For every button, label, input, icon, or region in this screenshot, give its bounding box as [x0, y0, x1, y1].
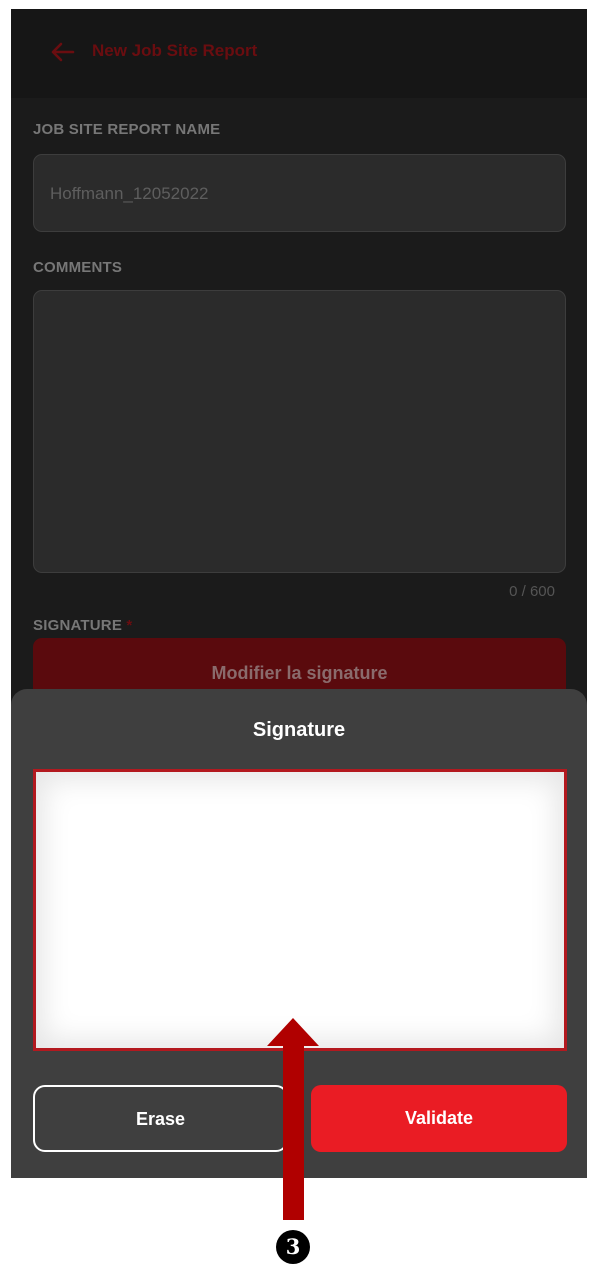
comments-textarea[interactable] — [33, 290, 566, 573]
page-title: New Job Site Report — [92, 41, 258, 60]
erase-button[interactable]: Erase — [33, 1085, 288, 1152]
comments-field-label: COMMENTS — [33, 259, 123, 276]
signature-pad[interactable] — [33, 769, 567, 1051]
signature-field-label: SIGNATURE * — [33, 617, 132, 634]
name-field-label: JOB SITE REPORT NAME — [33, 121, 221, 138]
validate-button[interactable]: Validate — [311, 1085, 567, 1152]
required-marker: * — [126, 617, 133, 634]
arrow-left-icon[interactable] — [49, 41, 75, 63]
signature-label-text: SIGNATURE — [33, 617, 123, 634]
signature-bottom-sheet: Signature Erase Validate — [11, 689, 587, 1178]
phone-screen: New Job Site Report JOB SITE REPORT NAME… — [11, 9, 587, 1178]
signature-sheet-title: Signature — [252, 719, 346, 741]
comments-char-counter: 0 / 600 — [509, 583, 555, 600]
report-name-value: Hoffmann_12052022 — [50, 184, 209, 203]
app-bar: New Job Site Report — [11, 9, 587, 98]
report-name-input[interactable]: Hoffmann_12052022 — [33, 154, 566, 232]
step-number-badge: 3 — [276, 1230, 310, 1264]
